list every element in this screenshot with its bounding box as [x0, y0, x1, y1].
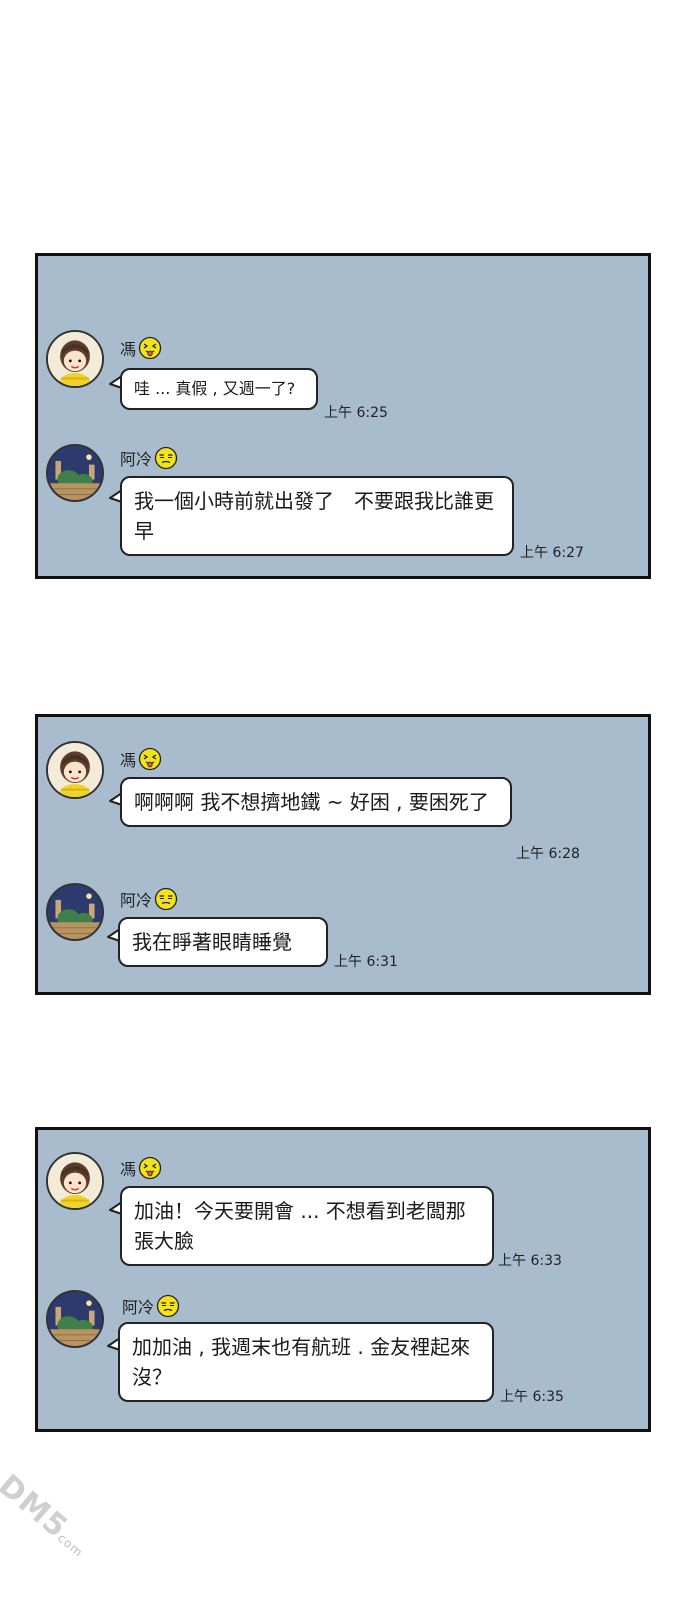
message-bubble[interactable]: 我在睜著眼睛睡覺	[118, 917, 328, 967]
message-time: 上午 6:33	[498, 1253, 562, 1269]
sleepy-face-icon	[154, 887, 178, 911]
message-text: 啊啊啊 我不想擠地鐵 ~ 好困 , 要困死了	[134, 790, 489, 814]
tongue-face-icon	[138, 1156, 162, 1180]
message-bubble[interactable]: 哇 ... 真假 , 又週一了?	[120, 368, 318, 410]
sleepy-face-icon	[156, 1294, 180, 1318]
watermark-sub: com	[54, 1530, 86, 1560]
sender-name-leng: 阿冷	[120, 446, 178, 470]
sender-name-feng: 馮	[120, 747, 162, 771]
avatar-leng-image	[48, 885, 102, 939]
sender-name-leng: 阿冷	[122, 1294, 180, 1318]
chat-panel-1: 馮 哇 ... 真假 , 又週一了? 上午 6:25 阿冷 我一個小時前就出發了…	[35, 253, 651, 579]
avatar-feng-image	[48, 743, 102, 797]
sender-name-text: 馮	[120, 1160, 137, 1179]
chat-panel-2: 馮 啊啊啊 我不想擠地鐵 ~ 好困 , 要困死了 上午 6:28 阿冷 我在睜著…	[35, 714, 651, 995]
message-bubble[interactable]: 啊啊啊 我不想擠地鐵 ~ 好困 , 要困死了	[120, 777, 512, 827]
avatar-leng[interactable]	[46, 1290, 104, 1348]
message-text: 加油！今天要開會 ... 不想看到老闆那張大臉	[134, 1199, 466, 1253]
sender-name-text: 阿冷	[120, 450, 153, 469]
avatar-leng[interactable]	[46, 883, 104, 941]
message-time: 上午 6:28	[516, 846, 580, 862]
message-bubble[interactable]: 加加油 , 我週末也有航班 . 金友裡起來沒？	[118, 1322, 494, 1402]
message-time: 上午 6:27	[520, 545, 584, 561]
message-time: 上午 6:35	[500, 1389, 564, 1405]
message-text: 我在睜著眼睛睡覺	[132, 930, 292, 954]
avatar-leng-image	[48, 446, 102, 500]
message-time: 上午 6:25	[324, 405, 388, 421]
message-text: 哇 ... 真假 , 又週一了?	[134, 379, 296, 398]
sender-name-text: 阿冷	[122, 1298, 155, 1317]
sender-name-feng: 馮	[120, 1156, 162, 1180]
chat-panel-3: 馮 加油！今天要開會 ... 不想看到老闆那張大臉 上午 6:33 阿冷 加加油…	[35, 1127, 651, 1432]
avatar-leng[interactable]	[46, 444, 104, 502]
avatar-feng-image	[48, 332, 102, 386]
avatar-feng-image	[48, 1154, 102, 1208]
message-time: 上午 6:31	[334, 954, 398, 970]
sender-name-feng: 馮	[120, 336, 162, 360]
avatar-feng[interactable]	[46, 741, 104, 799]
tongue-face-icon	[138, 336, 162, 360]
avatar-feng[interactable]	[46, 330, 104, 388]
sender-name-text: 馮	[120, 751, 137, 770]
message-bubble[interactable]: 我一個小時前就出發了 不要跟我比誰更早	[120, 476, 514, 556]
avatar-feng[interactable]	[46, 1152, 104, 1210]
watermark-logo: DM5com	[0, 1468, 106, 1614]
sender-name-leng: 阿冷	[120, 887, 178, 911]
sleepy-face-icon	[154, 446, 178, 470]
tongue-face-icon	[138, 747, 162, 771]
sender-name-text: 馮	[120, 340, 137, 359]
message-text: 加加油 , 我週末也有航班 . 金友裡起來沒？	[132, 1335, 471, 1389]
sender-name-text: 阿冷	[120, 891, 153, 910]
message-text: 我一個小時前就出發了 不要跟我比誰更早	[134, 489, 494, 543]
avatar-leng-image	[48, 1292, 102, 1346]
message-bubble[interactable]: 加油！今天要開會 ... 不想看到老闆那張大臉	[120, 1186, 494, 1266]
